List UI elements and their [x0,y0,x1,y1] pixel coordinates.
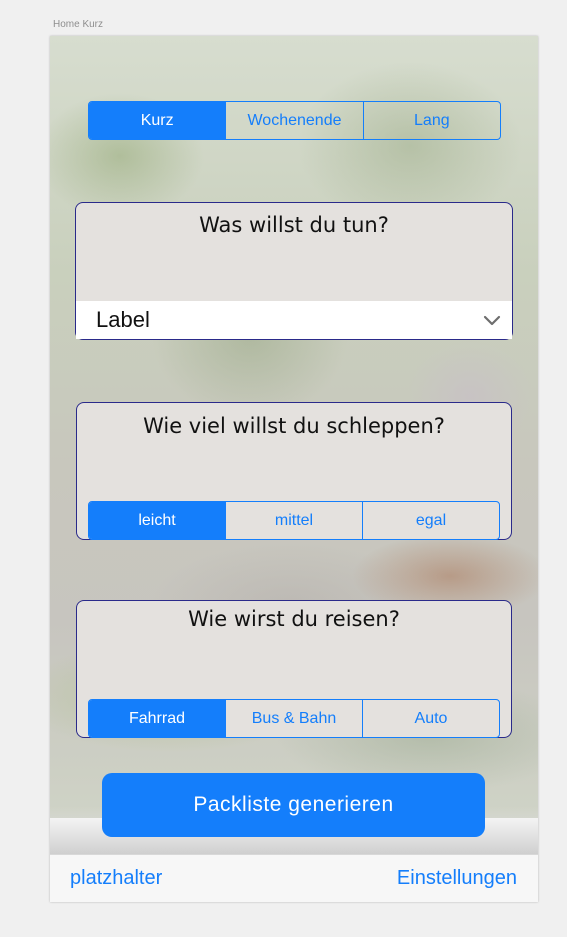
activity-card-title: Was willst du tun? [199,213,389,237]
segment-bus-bahn[interactable]: Bus & Bahn [226,700,363,737]
chevron-down-icon [472,314,512,326]
tab-bar: platzhalter Einstellungen [50,854,538,902]
weight-card: Wie viel willst du schleppen? leicht mit… [76,402,512,540]
segment-fahrrad[interactable]: Fahrrad [89,700,226,737]
activity-dropdown-value: Label [96,307,150,332]
artboard-title: Home Kurz [53,19,104,30]
travel-card: Wie wirst du reisen? Fahrrad Bus & Bahn … [76,600,512,738]
weight-segmented-control: leicht mittel egal [88,501,500,540]
segment-auto[interactable]: Auto [363,700,499,737]
tab-einstellungen[interactable]: Einstellungen [397,867,517,890]
generate-packlist-button[interactable]: Packliste generieren [102,773,485,837]
segment-egal[interactable]: egal [363,502,499,539]
tab-platzhalter[interactable]: platzhalter [70,867,162,890]
phone-screen: Kurz Wochenende Lang Was willst du tun? … [50,36,538,902]
travel-card-title: Wie wirst du reisen? [188,607,400,631]
trip-length-segmented-control: Kurz Wochenende Lang [88,101,501,140]
activity-dropdown[interactable]: Label [76,301,512,339]
travel-segmented-control: Fahrrad Bus & Bahn Auto [88,699,500,738]
segment-kurz[interactable]: Kurz [89,102,227,139]
segment-wochenende[interactable]: Wochenende [226,102,364,139]
segment-mittel[interactable]: mittel [226,502,363,539]
segment-leicht[interactable]: leicht [89,502,226,539]
weight-card-title: Wie viel willst du schleppen? [143,414,445,438]
segment-lang[interactable]: Lang [364,102,500,139]
